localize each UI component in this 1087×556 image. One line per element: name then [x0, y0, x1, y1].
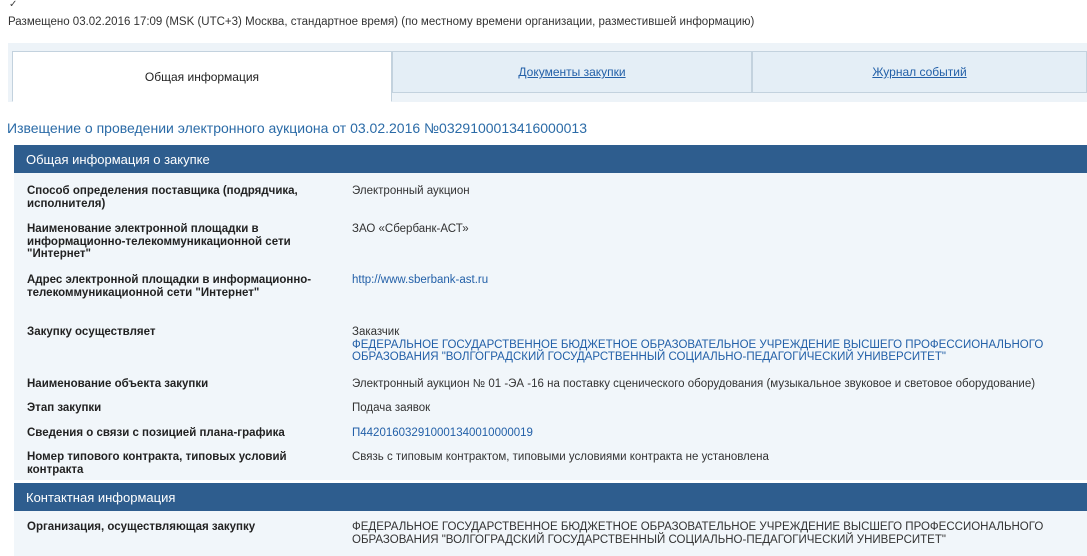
- field-label: Организация, осуществляющая закупку: [27, 521, 256, 533]
- field-label: Способ определения поставщика (подрядчик…: [27, 185, 298, 210]
- field-value: Связь с типовым контрактом, типовыми усл…: [352, 451, 769, 463]
- tab-event-log[interactable]: Журнал событий: [752, 51, 1087, 93]
- field-label: Номер типового контракта, типовых услови…: [27, 451, 287, 476]
- field-label: Наименование электронной площадки в инфо…: [27, 223, 291, 260]
- page-title: Извещение о проведении электронного аукц…: [7, 120, 587, 136]
- tab-bar: Общая информация Документы закупки Журна…: [8, 43, 1087, 102]
- platform-url-link[interactable]: http://www.sberbank-ast.ru: [352, 274, 1082, 287]
- field-value: Электронный аукцион: [352, 185, 470, 197]
- customer-role: Заказчик: [352, 326, 400, 338]
- tab-general-info[interactable]: Общая информация: [12, 51, 392, 102]
- customer-org-link[interactable]: ФЕДЕРАЛЬНОЕ ГОСУДАРСТВЕННОЕ БЮДЖЕТНОЕ ОБ…: [352, 339, 1082, 364]
- posted-timestamp: Размещено 03.02.2016 17:09 (MSK (UTC+3) …: [8, 16, 755, 28]
- field-value: ЗАО «Сбербанк-АСТ»: [352, 223, 469, 235]
- field-value: Заказчик ФЕДЕРАЛЬНОЕ ГОСУДАРСТВЕННОЕ БЮД…: [352, 326, 1082, 364]
- tab-procurement-documents[interactable]: Документы закупки: [392, 51, 752, 93]
- general-info-panel: Способ определения поставщика (подрядчик…: [14, 173, 1087, 480]
- contact-info-panel: Организация, осуществляющая закупку ФЕДЕ…: [14, 511, 1087, 556]
- field-label: Адрес электронной площадки в информацион…: [27, 274, 312, 299]
- field-label: Закупку осуществляет: [27, 326, 156, 338]
- field-label: Этап закупки: [27, 402, 102, 414]
- section-header-contact: Контактная информация: [14, 483, 1087, 511]
- field-value: ФЕДЕРАЛЬНОЕ ГОСУДАРСТВЕННОЕ БЮДЖЕТНОЕ ОБ…: [352, 521, 1044, 546]
- check-icon: ✓: [9, 0, 18, 10]
- field-value: Подача заявок: [352, 402, 431, 414]
- field-value: Электронный аукцион № 01 -ЭА -16 на пост…: [352, 378, 1036, 390]
- plan-position-link[interactable]: П442016032910001340010000019: [352, 427, 1082, 440]
- field-label: Наименование объекта закупки: [27, 378, 209, 390]
- field-label: Сведения о связи с позицией плана-график…: [27, 427, 285, 439]
- section-header-general: Общая информация о закупке: [14, 145, 1087, 173]
